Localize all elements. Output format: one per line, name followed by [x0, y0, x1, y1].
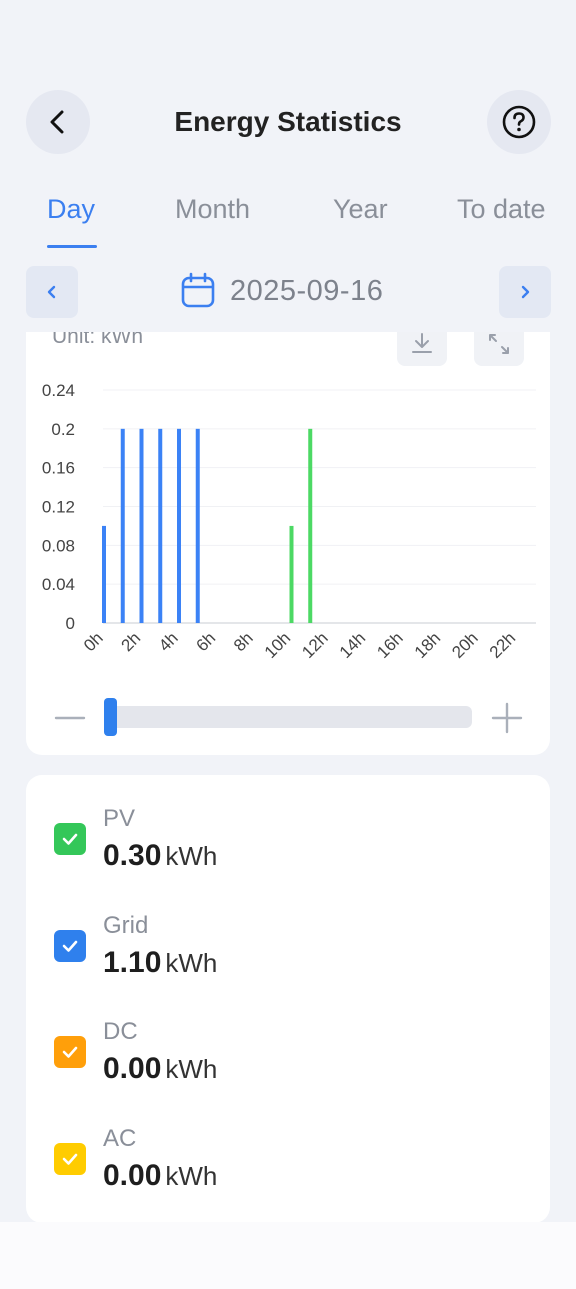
legend-value: 1.10 kWh: [103, 946, 217, 980]
question-circle-icon: [502, 105, 536, 139]
chart-bar: [102, 525, 106, 623]
dc-checkbox[interactable]: [54, 1036, 86, 1068]
y-tick-label: 0.08: [42, 536, 75, 555]
check-icon: [62, 833, 78, 845]
zoom-row: [26, 698, 550, 738]
date-navigator: 2025-09-16: [0, 266, 576, 318]
x-tick-label: 12h: [298, 628, 331, 661]
tab-day[interactable]: Day: [47, 194, 95, 225]
x-tick-label: 2h: [118, 628, 145, 655]
legend-unit: kWh: [165, 948, 218, 978]
chart-card: Unit: kWh 0 0.04 0.08 0.12 0.16 0.2 0.24 0h 2h 4h…: [26, 332, 550, 755]
plus-icon[interactable]: [491, 702, 523, 734]
legend-unit: kWh: [165, 841, 218, 871]
pv-checkbox[interactable]: [54, 823, 86, 855]
legend-value: 0.30 kWh: [103, 839, 217, 873]
chart-bar: [195, 428, 200, 623]
check-icon: [62, 940, 78, 952]
calendar-icon: [181, 272, 215, 308]
chevron-left-icon: [47, 285, 56, 299]
tab-month[interactable]: Month: [175, 194, 250, 225]
y-tick-label: 0.04: [42, 575, 75, 594]
legend-label: PV: [103, 805, 136, 832]
legend-number: 0.30: [103, 839, 162, 872]
check-icon: [62, 1046, 78, 1058]
x-tick-label: 0h: [80, 628, 107, 655]
legend-item-grid[interactable]: Grid 1.10 kWh: [26, 882, 550, 979]
zoom-slider-handle[interactable]: [104, 698, 117, 736]
legend-label: DC: [103, 1018, 138, 1045]
chart-bar: [177, 428, 181, 623]
minus-icon[interactable]: [54, 706, 86, 730]
energy-bar-chart: 0 0.04 0.08 0.12 0.16 0.2 0.24 0h 2h 4h 6h 8h 10h 12h…: [42, 381, 536, 662]
help-button[interactable]: [487, 90, 551, 154]
active-tab-indicator: [47, 245, 97, 248]
chart-bar: [139, 428, 144, 623]
x-tick-label: 16h: [373, 628, 406, 661]
zoom-slider-track[interactable]: [106, 706, 472, 728]
tab-year[interactable]: Year: [333, 194, 388, 225]
legend-unit: kWh: [165, 1054, 218, 1084]
legend-item-dc[interactable]: DC 0.00 kWh: [26, 988, 550, 1085]
selected-date: 2025-09-16: [230, 274, 384, 307]
legend-label: AC: [103, 1125, 137, 1152]
legend-card: PV 0.30 kWh Grid 1.10 kWh DC 0.00 kWh AC 0.…: [26, 775, 550, 1223]
tab-to-date[interactable]: To date: [457, 194, 546, 225]
legend-number: 1.10: [103, 946, 162, 979]
legend-value: 0.00 kWh: [103, 1052, 217, 1086]
y-tick-label: 0.16: [42, 459, 75, 478]
legend-label: Grid: [103, 912, 149, 939]
next-date-button[interactable]: [499, 266, 551, 318]
period-tabs: Day Month Year To date: [0, 194, 576, 250]
x-tick-label: 22h: [486, 628, 519, 661]
chart-bar: [289, 525, 294, 623]
legend-value: 0.00 kWh: [103, 1159, 217, 1193]
y-tick-label: 0: [66, 614, 75, 633]
chart-bar: [308, 428, 313, 623]
x-tick-label: 10h: [261, 628, 294, 661]
legend-item-ac[interactable]: AC 0.00 kWh: [26, 1095, 550, 1192]
legend-unit: kWh: [165, 1161, 218, 1191]
prev-date-button[interactable]: [26, 266, 78, 318]
x-tick-label: 8h: [230, 628, 257, 655]
chart-bar: [120, 428, 125, 623]
chevron-right-icon: [521, 285, 530, 299]
y-tick-label: 0.24: [42, 381, 75, 400]
x-tick-label: 4h: [155, 628, 182, 655]
x-tick-label: 20h: [448, 628, 481, 661]
y-tick-label: 0.12: [42, 498, 75, 517]
ac-checkbox[interactable]: [54, 1143, 86, 1175]
header: Energy Statistics: [0, 90, 576, 154]
check-icon: [62, 1153, 78, 1165]
legend-number: 0.00: [103, 1052, 162, 1085]
x-tick-label: 18h: [411, 628, 444, 661]
x-tick-label: 6h: [193, 628, 220, 655]
legend-item-pv[interactable]: PV 0.30 kWh: [26, 775, 550, 872]
legend-number: 0.00: [103, 1159, 162, 1192]
chart-bar: [158, 428, 163, 623]
grid-checkbox[interactable]: [54, 930, 86, 962]
date-picker[interactable]: 2025-09-16: [180, 272, 383, 310]
bottom-safe-area: [0, 1222, 576, 1289]
y-tick-label: 0.2: [51, 420, 75, 439]
x-tick-label: 14h: [336, 628, 369, 661]
